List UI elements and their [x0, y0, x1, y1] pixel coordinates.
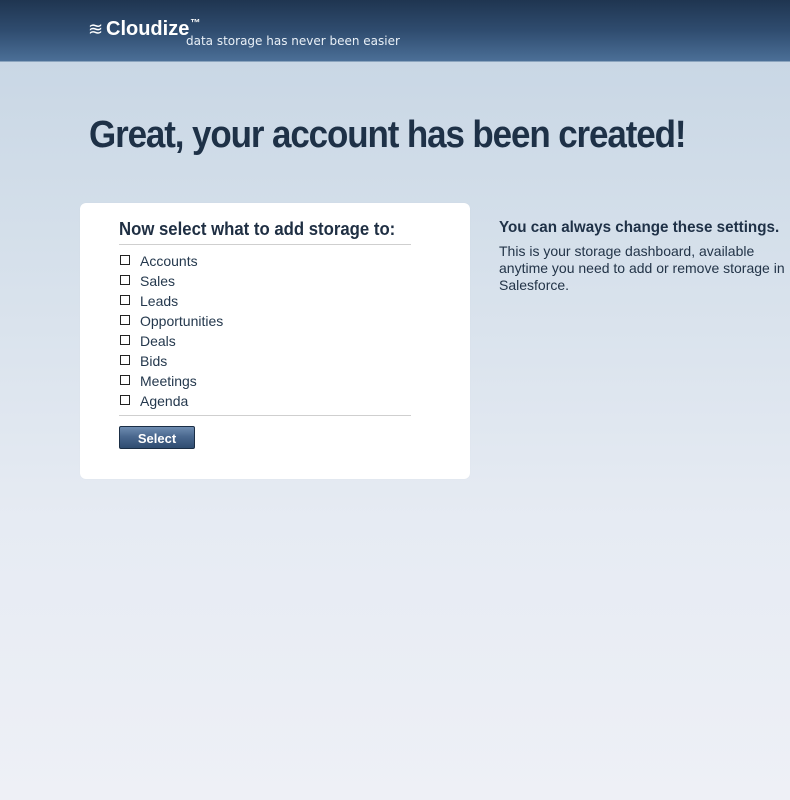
- option-label: Agenda: [140, 393, 189, 409]
- checkbox-empty-icon[interactable]: [120, 395, 130, 405]
- brand-tagline: data storage has never been easier: [186, 34, 400, 48]
- checkbox-empty-icon[interactable]: [120, 255, 130, 265]
- settings-info-title: You can always change these settings.: [499, 219, 780, 236]
- option-label: Bids: [140, 353, 168, 369]
- storage-options-list: Accounts Sales Leads Opportunities Deals…: [119, 251, 411, 411]
- storage-selection-card: Now select what to add storage to: Accou…: [80, 203, 470, 479]
- checkbox-empty-icon[interactable]: [120, 355, 130, 365]
- option-label: Sales: [140, 273, 176, 289]
- cloud-waves-icon: ≋: [88, 19, 103, 39]
- cloudize-logo[interactable]: ≋ Cloudize™: [88, 18, 200, 40]
- option-deals[interactable]: Deals: [119, 331, 411, 351]
- checkbox-empty-icon[interactable]: [120, 295, 130, 305]
- top-banner: ≋ Cloudize™ data storage has never been e…: [0, 0, 790, 62]
- bottom-divider: [119, 415, 411, 416]
- option-bids[interactable]: Bids: [119, 351, 411, 371]
- option-label: Opportunities: [140, 313, 224, 329]
- option-accounts[interactable]: Accounts: [119, 251, 411, 271]
- brand-name: Cloudize: [106, 18, 190, 40]
- option-opportunities[interactable]: Opportunities: [119, 311, 411, 331]
- option-leads[interactable]: Leads: [119, 291, 411, 311]
- settings-info-text: This is your storage dashboard, availabl…: [499, 243, 785, 293]
- option-meetings[interactable]: Meetings: [119, 371, 411, 391]
- top-divider: [119, 244, 411, 245]
- checkbox-empty-icon[interactable]: [120, 335, 130, 345]
- option-label: Leads: [140, 293, 179, 309]
- checkbox-empty-icon[interactable]: [120, 275, 130, 285]
- checkbox-empty-icon[interactable]: [120, 315, 130, 325]
- option-sales[interactable]: Sales: [119, 271, 411, 291]
- select-button[interactable]: Select: [119, 426, 195, 449]
- checkbox-empty-icon[interactable]: [120, 375, 130, 385]
- page-title: Great, your account has been created!: [89, 114, 687, 156]
- trademark-symbol: ™: [190, 18, 201, 29]
- option-label: Accounts: [140, 253, 198, 269]
- option-label: Deals: [140, 333, 176, 349]
- option-agenda[interactable]: Agenda: [119, 391, 411, 411]
- storage-selection-title: Now select what to add storage to:: [119, 219, 396, 239]
- option-label: Meetings: [140, 373, 197, 389]
